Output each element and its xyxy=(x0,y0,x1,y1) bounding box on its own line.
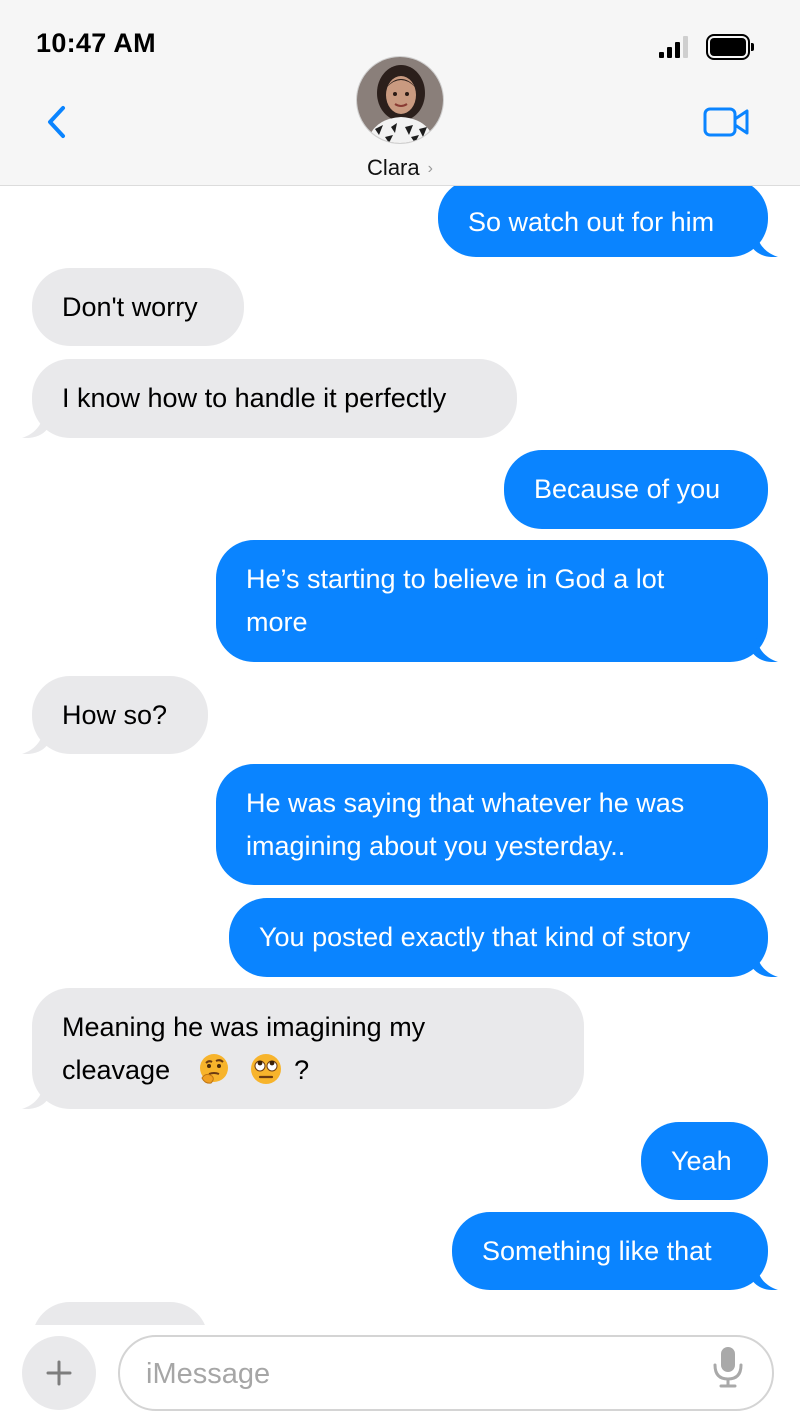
facetime-video-button[interactable] xyxy=(700,100,754,144)
bubble-tail xyxy=(752,231,778,257)
plus-icon xyxy=(46,1360,72,1386)
message-text-line: He was saying that whatever he was xyxy=(246,788,685,818)
video-camera-icon xyxy=(703,107,749,137)
message-bubble-received[interactable] xyxy=(32,1302,208,1325)
message-text-line: more xyxy=(246,607,308,637)
bubble-tail xyxy=(752,951,778,977)
message-text-line: cleavage ? xyxy=(62,1049,554,1092)
eye-roll-emoji xyxy=(250,1054,281,1084)
contact-avatar[interactable] xyxy=(356,56,444,144)
message-text: I know how to handle it perfectly xyxy=(62,383,447,413)
message-suffix: ? xyxy=(294,1055,310,1085)
message-bubble-received[interactable]: I know how to handle it perfectly xyxy=(22,359,517,438)
message-bubble-sent[interactable]: He was saying that whatever he was imagi… xyxy=(216,764,768,885)
message-text: cleavage xyxy=(62,1055,171,1085)
contact-name: Clara xyxy=(367,155,420,180)
message-bubble-sent[interactable]: Because of you xyxy=(504,450,768,529)
message-text-line: He’s starting to believe in God a lot xyxy=(246,564,665,594)
message-input-container[interactable] xyxy=(118,1335,774,1411)
dictation-button[interactable] xyxy=(710,1344,746,1390)
battery-icon xyxy=(706,34,754,60)
apps-button[interactable] xyxy=(22,1336,96,1410)
message-text: How so? xyxy=(62,700,168,730)
message-bubble-sent[interactable]: Something like that xyxy=(452,1212,778,1290)
bubble-tail xyxy=(752,1264,778,1290)
message-thread[interactable]: So watch out for him Don't worry I know … xyxy=(0,0,800,1325)
bubble-tail xyxy=(22,1083,48,1109)
message-text: Don't worry xyxy=(62,292,198,322)
message-bubble-received[interactable]: Meaning he was imagining my cleavage ? xyxy=(22,988,584,1109)
contact-name-row[interactable]: Clara › xyxy=(0,155,800,181)
message-bubble-sent[interactable]: So watch out for him xyxy=(438,179,778,257)
avatar-image xyxy=(357,57,443,143)
chevron-left-icon xyxy=(48,106,65,138)
message-text: Yeah xyxy=(671,1146,732,1176)
message-text: Something like that xyxy=(482,1236,712,1266)
message-bubble-received[interactable]: Don't worry xyxy=(32,268,244,346)
chevron-right-icon: › xyxy=(427,160,433,177)
thinking-face-emoji xyxy=(200,1054,229,1084)
microphone-icon xyxy=(713,1347,743,1388)
message-input[interactable] xyxy=(146,1351,706,1397)
composer-bar xyxy=(0,1325,800,1422)
bubble-tail xyxy=(22,412,48,438)
back-button[interactable] xyxy=(36,100,76,144)
conversation-header: 10:47 AM Clara › xyxy=(0,0,800,186)
message-bubble-sent[interactable]: Yeah xyxy=(641,1122,768,1200)
message-text: So watch out for him xyxy=(468,207,715,237)
message-text-line: Meaning he was imagining my xyxy=(62,1012,426,1042)
message-text: You posted exactly that kind of story xyxy=(259,922,691,952)
message-bubble-sent[interactable]: You posted exactly that kind of story xyxy=(229,898,778,977)
message-text: Because of you xyxy=(534,474,721,504)
bubble-tail xyxy=(22,728,48,754)
status-time: 10:47 AM xyxy=(36,28,156,58)
message-text-line: imagining about you yesterday.. xyxy=(246,831,626,861)
message-bubble-received[interactable]: How so? xyxy=(22,676,208,754)
cellular-signal-icon xyxy=(659,36,689,58)
message-bubble-sent[interactable]: He’s starting to believe in God a lot mo… xyxy=(216,540,778,662)
bubble-tail xyxy=(752,636,778,662)
